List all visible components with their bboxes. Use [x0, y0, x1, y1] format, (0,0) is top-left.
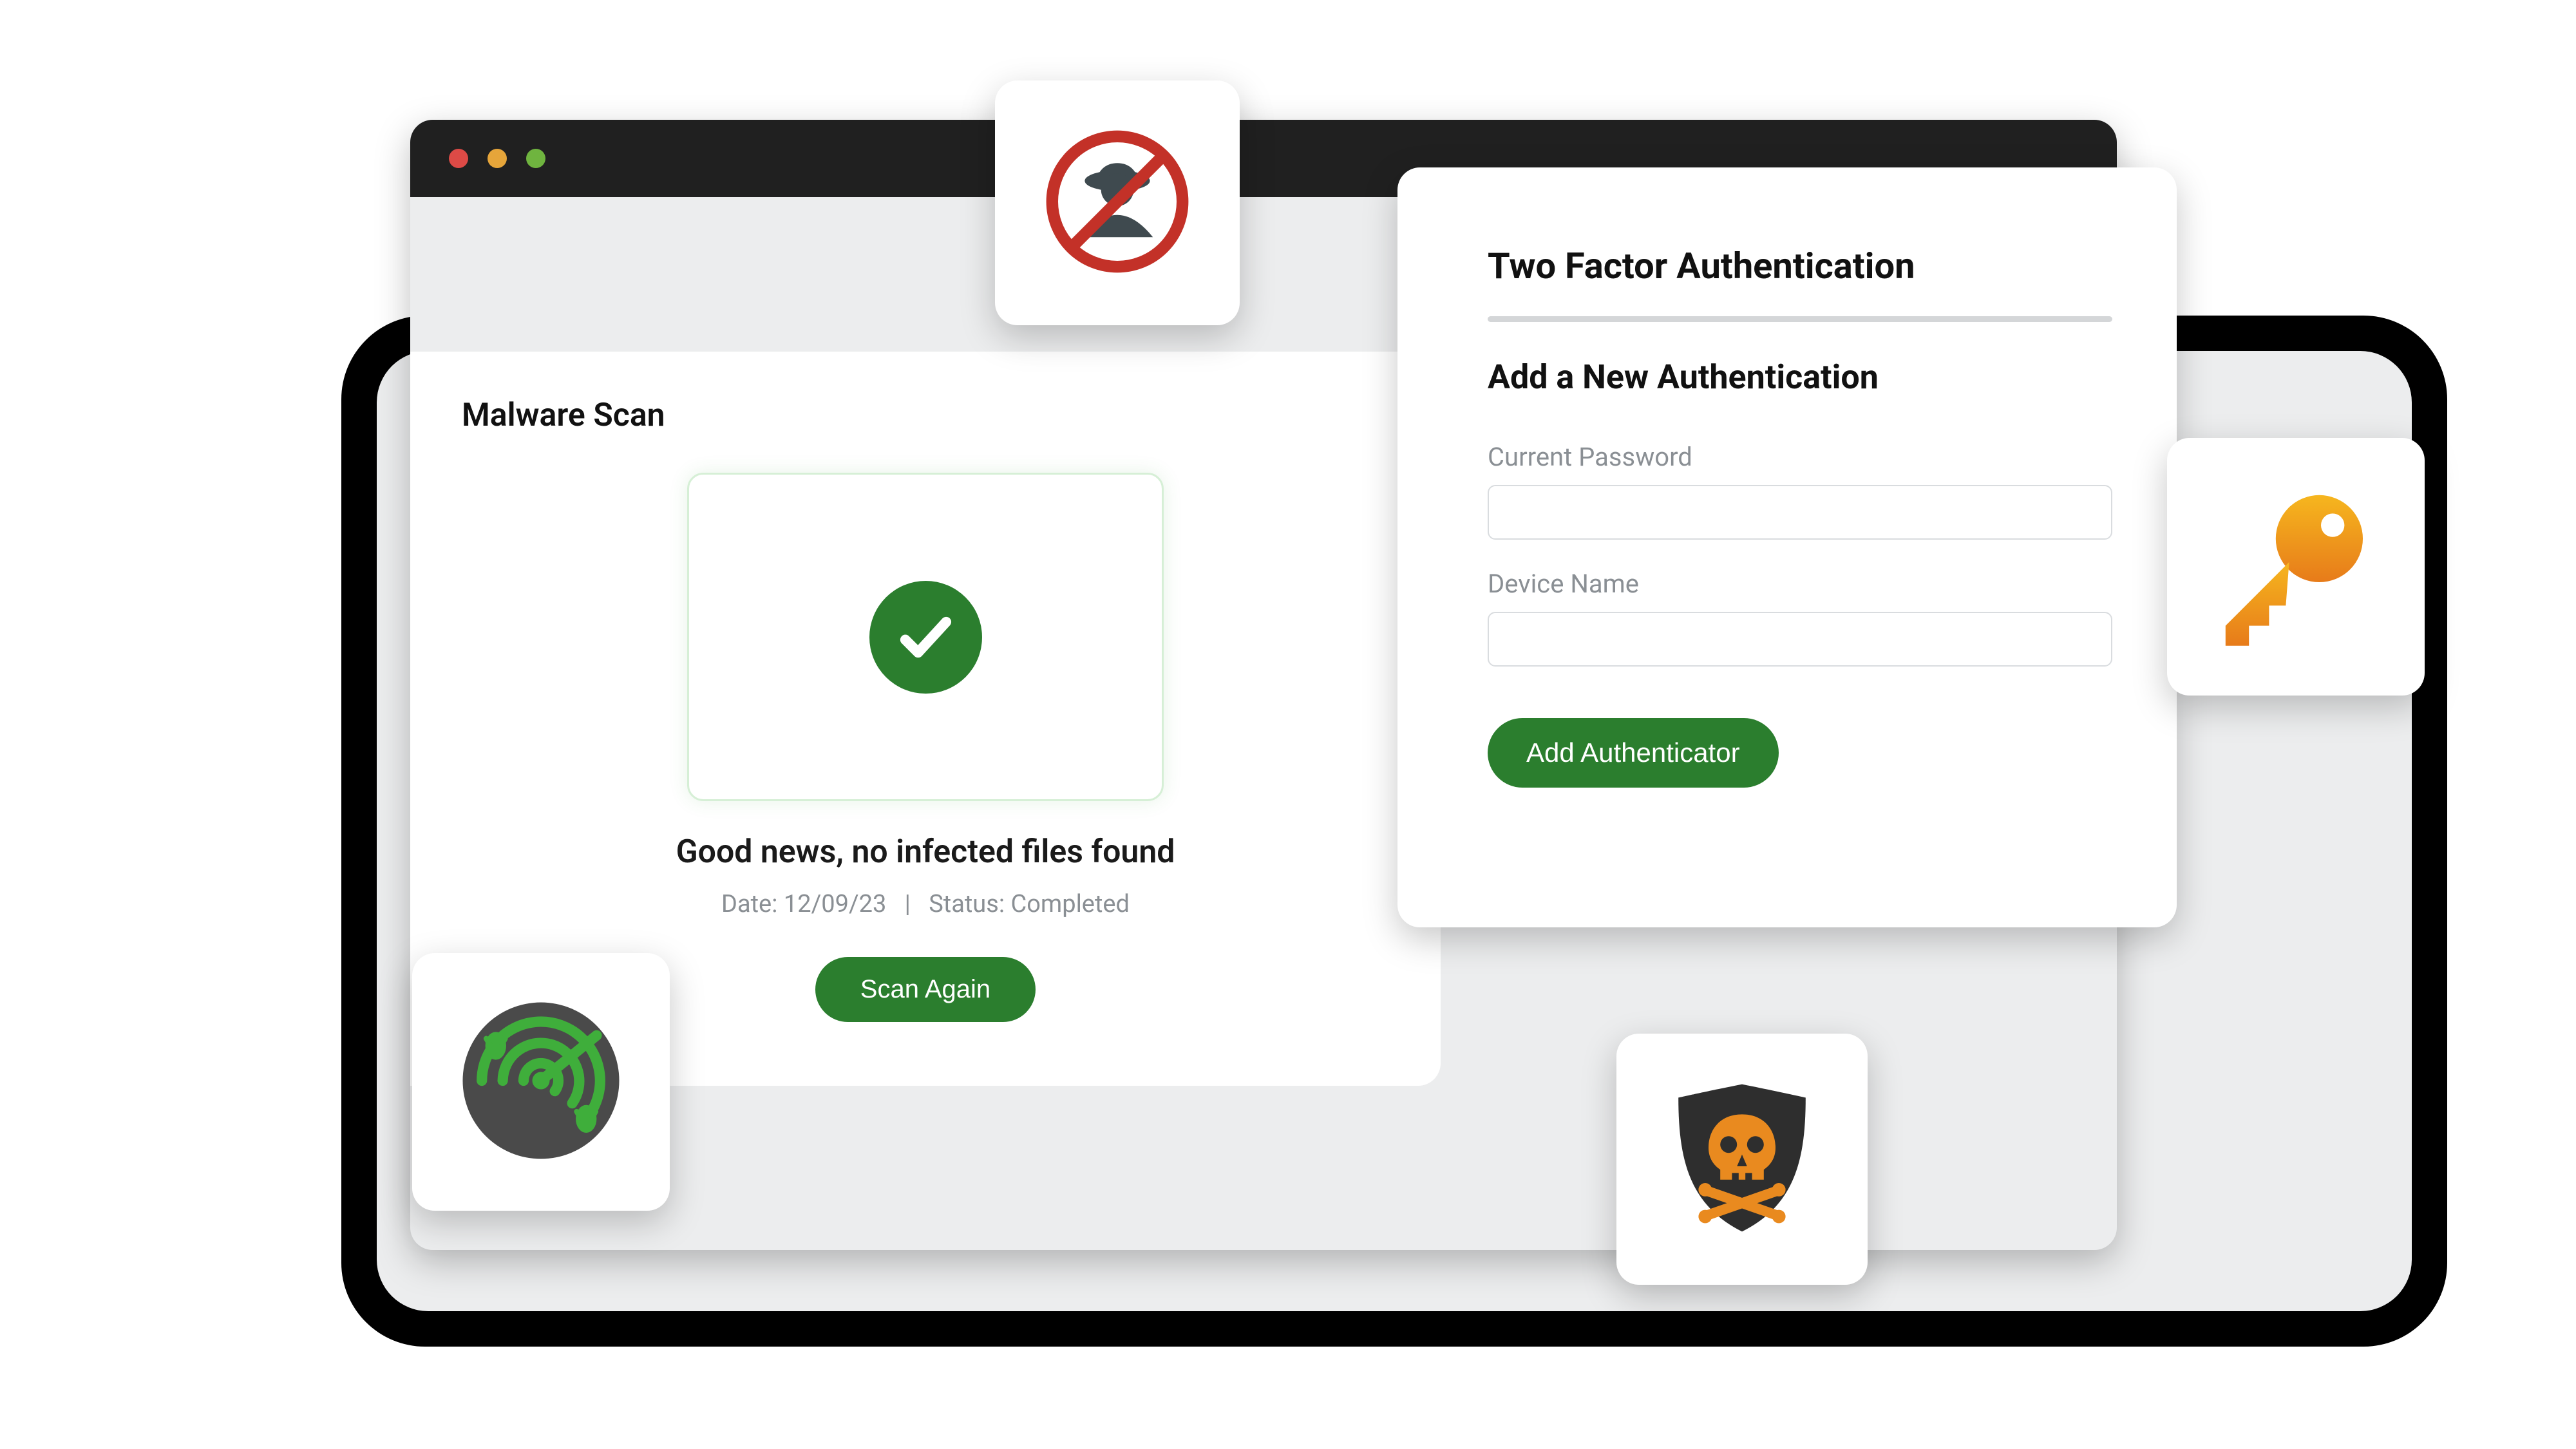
traffic-maximize-icon[interactable] [526, 149, 545, 168]
no-spy-icon [1043, 128, 1191, 278]
device-name-input[interactable] [1488, 612, 2112, 667]
no-spy-card [995, 80, 1240, 325]
scan-result-headline: Good news, no infected files found [676, 833, 1175, 871]
scan-result-box [687, 473, 1164, 801]
traffic-close-icon[interactable] [449, 149, 468, 168]
traffic-minimize-icon[interactable] [488, 149, 507, 168]
shield-skull-icon [1658, 1074, 1826, 1244]
key-card [2167, 438, 2425, 696]
malware-scan-title: Malware Scan [462, 397, 1389, 434]
two-factor-title: Two Factor Authentication [1488, 245, 2112, 287]
current-password-label: Current Password [1488, 442, 2112, 472]
two-factor-subtitle: Add a New Authentication [1488, 357, 2112, 397]
two-factor-divider [1488, 316, 2112, 322]
scan-status-value: Completed [1011, 890, 1130, 918]
checkmark-icon [869, 581, 982, 694]
scan-status-label: Status: [929, 890, 1005, 918]
scan-date-label: Date: [721, 890, 777, 918]
radar-scan-icon [454, 994, 628, 1170]
scan-date-value: 12/09/23 [784, 890, 887, 918]
scan-result-meta: Date: 12/09/23 | Status: Completed [721, 890, 1130, 918]
scan-again-button[interactable]: Scan Again [815, 957, 1036, 1022]
device-name-label: Device Name [1488, 569, 2112, 599]
current-password-input[interactable] [1488, 485, 2112, 540]
radar-scan-card [412, 953, 670, 1211]
two-factor-panel: Two Factor Authentication Add a New Auth… [1397, 167, 2177, 927]
add-authenticator-button[interactable]: Add Authenticator [1488, 718, 1779, 788]
key-icon [2212, 482, 2380, 652]
shield-skull-card [1616, 1034, 1868, 1285]
